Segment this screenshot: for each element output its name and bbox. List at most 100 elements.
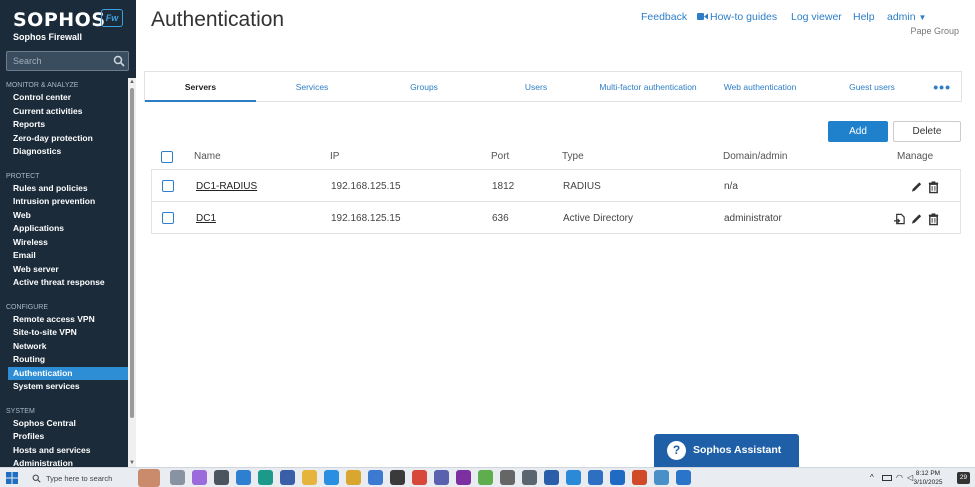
col-header-port[interactable]: Port xyxy=(491,146,509,168)
sidebar-item-wireless[interactable]: Wireless xyxy=(0,236,128,250)
sidebar-item-routing[interactable]: Routing xyxy=(0,353,128,367)
tab-groups[interactable]: Groups xyxy=(368,72,480,102)
tab-web-authentication[interactable]: Web authentication xyxy=(704,72,816,102)
terminal-icon[interactable] xyxy=(390,470,405,485)
remote-desktop-icon[interactable] xyxy=(566,470,581,485)
col-header-type[interactable]: Type xyxy=(562,146,584,168)
import-icon[interactable] xyxy=(893,212,906,226)
sidebar-item-sophos-central[interactable]: Sophos Central xyxy=(0,417,128,431)
col-header-ip[interactable]: IP xyxy=(330,146,339,168)
server-name-link[interactable]: DC1-RADIUS xyxy=(196,170,257,203)
search-input[interactable] xyxy=(13,52,113,70)
trash-icon[interactable] xyxy=(927,180,940,194)
copilot-icon[interactable] xyxy=(192,470,207,485)
sidebar-item-administration[interactable]: Administration xyxy=(0,457,128,467)
onenote-icon[interactable] xyxy=(456,470,471,485)
sail-app-icon[interactable] xyxy=(676,470,691,485)
row-checkbox[interactable] xyxy=(162,212,174,224)
clock[interactable]: 8:12 PM 3/10/2025 xyxy=(908,470,948,487)
sidebar-item-rules-and-policies[interactable]: Rules and policies xyxy=(0,182,128,196)
help-link[interactable]: Help xyxy=(853,11,875,23)
assistant-label: Sophos Assistant xyxy=(693,444,782,456)
sidebar-scrollbar[interactable]: ▲ ▼ xyxy=(128,78,136,467)
tab-guest-users[interactable]: Guest users xyxy=(816,72,928,102)
sidebar-item-web[interactable]: Web xyxy=(0,209,128,223)
server-ip: 192.168.125.15 xyxy=(331,213,401,224)
calendar-icon[interactable] xyxy=(588,470,603,485)
chrome-icon[interactable] xyxy=(412,470,427,485)
mail-icon[interactable] xyxy=(236,470,251,485)
admin-label: admin xyxy=(887,11,916,23)
sidebar-item-site-to-site-vpn[interactable]: Site-to-site VPN xyxy=(0,326,128,340)
admin-menu[interactable]: admin ▼ xyxy=(887,11,926,23)
scroll-up-arrow-icon[interactable]: ▲ xyxy=(129,79,135,85)
sidebar-item-web-server[interactable]: Web server xyxy=(0,263,128,277)
sidebar-item-email[interactable]: Email xyxy=(0,249,128,263)
word-icon[interactable] xyxy=(544,470,559,485)
sidebar-item-control-center[interactable]: Control center xyxy=(0,91,128,105)
edit-pencil-icon[interactable] xyxy=(910,212,923,226)
tab-multi-factor-authentication[interactable]: Multi-factor authentication xyxy=(592,72,704,102)
row-checkbox[interactable] xyxy=(162,180,174,192)
server-name-link[interactable]: DC1 xyxy=(196,202,216,235)
sidebar-item-current-activities[interactable]: Current activities xyxy=(0,105,128,119)
outlook-icon[interactable] xyxy=(610,470,625,485)
scroll-down-arrow-icon[interactable]: ▼ xyxy=(129,460,135,466)
scrollbar-thumb[interactable] xyxy=(130,88,134,418)
puzzle-icon[interactable] xyxy=(478,470,493,485)
search-icon[interactable] xyxy=(113,55,125,67)
chevron-up-icon[interactable]: ^ xyxy=(870,473,874,482)
tab-servers[interactable]: Servers xyxy=(145,72,256,102)
sidebar-item-network[interactable]: Network xyxy=(0,340,128,354)
notepad-icon[interactable] xyxy=(654,470,669,485)
sidebar-item-reports[interactable]: Reports xyxy=(0,118,128,132)
col-header-name[interactable]: Name xyxy=(194,146,221,168)
virtualbox-icon[interactable] xyxy=(280,470,295,485)
sidebar-search[interactable] xyxy=(6,51,129,71)
edit-pencil-icon[interactable] xyxy=(910,180,923,194)
feedback-link[interactable]: Feedback xyxy=(641,11,687,23)
notification-badge[interactable]: 29 xyxy=(957,472,970,484)
powerpoint-icon[interactable] xyxy=(632,470,647,485)
sidebar-item-authentication[interactable]: Authentication xyxy=(8,366,128,380)
sidebar-item-hosts-and-services[interactable]: Hosts and services xyxy=(0,444,128,458)
edge-icon[interactable] xyxy=(258,470,273,485)
sidebar-item-profiles[interactable]: Profiles xyxy=(0,430,128,444)
wifi-icon[interactable]: ◠ xyxy=(896,473,903,482)
select-all-checkbox[interactable] xyxy=(161,151,173,163)
taskbar-search[interactable]: Type here to search xyxy=(24,470,134,486)
log-viewer-link[interactable]: Log viewer xyxy=(791,11,842,23)
more-tabs-icon[interactable]: ••• xyxy=(933,79,951,95)
manage-actions xyxy=(893,211,940,227)
sidebar-item-active-threat-response[interactable]: Active threat response xyxy=(0,276,128,290)
store-icon[interactable] xyxy=(368,470,383,485)
sophos-assistant-button[interactable]: ? Sophos Assistant xyxy=(654,434,799,467)
sidebar-item-diagnostics[interactable]: Diagnostics xyxy=(0,145,128,159)
sidebar-item-system-services[interactable]: System services xyxy=(0,380,128,394)
sidebar-item-intrusion-prevention[interactable]: Intrusion prevention xyxy=(0,195,128,209)
col-header-domain[interactable]: Domain/admin xyxy=(723,146,787,168)
tab-services[interactable]: Services xyxy=(256,72,368,102)
avatar[interactable] xyxy=(138,469,160,487)
calculator-icon[interactable] xyxy=(214,470,229,485)
trash-icon[interactable] xyxy=(927,212,940,226)
sidebar-item-applications[interactable]: Applications xyxy=(0,222,128,236)
task-view-icon[interactable] xyxy=(170,470,185,485)
windows-start-icon[interactable] xyxy=(6,472,18,484)
server-ip: 192.168.125.15 xyxy=(331,181,401,192)
nav-gap xyxy=(0,159,128,171)
add-button[interactable]: Add xyxy=(828,121,888,142)
folder-icon[interactable] xyxy=(346,470,361,485)
network-tool-icon[interactable] xyxy=(434,470,449,485)
sidebar-item-zero-day-protection[interactable]: Zero-day protection xyxy=(0,132,128,146)
sidebar-item-remote-access-vpn[interactable]: Remote access VPN xyxy=(0,313,128,327)
clock-icon[interactable] xyxy=(500,470,515,485)
settings-gear-icon[interactable] xyxy=(522,470,537,485)
file-explorer-icon[interactable] xyxy=(302,470,317,485)
tab-users[interactable]: Users xyxy=(480,72,592,102)
vscode-icon[interactable] xyxy=(324,470,339,485)
howto-guides-link[interactable]: How-to guides xyxy=(697,11,777,23)
battery-icon[interactable] xyxy=(882,475,892,481)
top-links: Feedback How-to guides Log viewer Help a… xyxy=(641,11,961,25)
delete-button[interactable]: Delete xyxy=(893,121,961,142)
